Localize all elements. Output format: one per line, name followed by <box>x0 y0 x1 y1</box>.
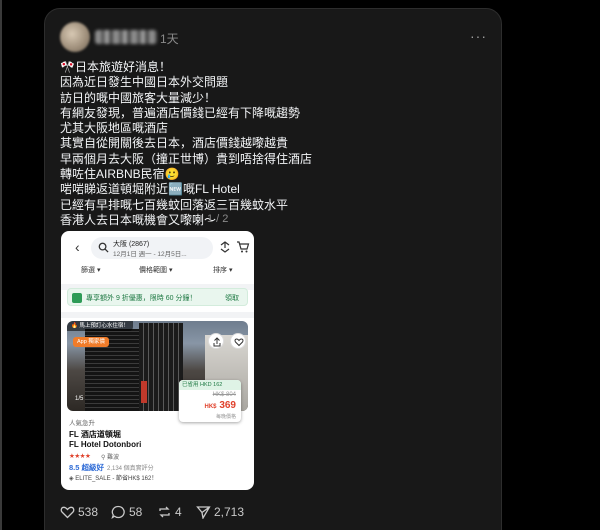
repost-icon <box>159 506 170 518</box>
photo-count: 1/5 <box>75 396 84 402</box>
map-swap-icon <box>220 241 230 253</box>
photo-tag: 🔥 馬上預訂心水住宿！ <box>67 321 133 331</box>
share-count: 2,713 <box>214 505 245 519</box>
search-field: 大阪 (2867) 12月1日 週一 - 12月5日... <box>91 237 213 259</box>
heart-icon <box>60 506 75 519</box>
star-rating: ★★★★ <box>69 453 91 460</box>
tag-icon: ◈ <box>69 476 74 482</box>
hotel-name-zh: FL 酒店道頓堀 <box>69 430 121 439</box>
cart-icon <box>237 241 250 253</box>
savings-tag: 已省用 HKD 162 <box>179 380 241 390</box>
hotel-district: ⚲ 難波 <box>101 452 119 461</box>
original-price: HK$ 804 <box>212 392 236 398</box>
like-count: 538 <box>78 505 99 519</box>
more-options-icon[interactable]: ··· <box>470 28 487 44</box>
post-line: 啱啱睇返道頓堀附近🆕嘅FL Hotel <box>60 182 240 197</box>
filter-label: 篩選 <box>81 267 95 274</box>
coupon-icon <box>72 293 82 303</box>
location-pin-icon: ⚲ <box>101 455 106 461</box>
post-line: 轉咗住AIRBNB民宿🥲 <box>60 167 180 182</box>
promo-banner: 專享額外 9 折優惠，限時 60 分鐘！ 領取 <box>67 288 248 306</box>
price-card: 已省用 HKD 162 HK$ 804 HK$ 369 每晚價格 <box>179 380 241 422</box>
coupon-line: ◈ ELITE_SALE - 節省HK$ 162！ <box>69 473 157 482</box>
comment-count: 58 <box>129 505 143 519</box>
post-line: 有網友發現，普遍酒店價錢已經有下降嘅趨勢 <box>60 105 301 120</box>
review-count: 2,134 個真實評分 <box>107 466 154 472</box>
window-edge <box>0 0 2 530</box>
district-label: 難波 <box>107 455 120 461</box>
search-bar: ‹ 大阪 (2867) 12月1日 週一 - 12月5日... <box>67 237 250 259</box>
share-icon <box>208 333 224 349</box>
promo-text: 專享額外 9 折優惠，限時 60 分鐘！ <box>86 295 197 302</box>
filter-option: 篩選 ▾ <box>81 267 101 274</box>
price-currency: HK$ <box>204 404 217 410</box>
comment-icon <box>111 505 125 519</box>
hotel-kicker: 人氣急升 <box>69 420 95 427</box>
price-amount: 369 <box>219 400 236 411</box>
post-line: 已經有早排嘅七百幾蚊回落返三百幾蚊水平 <box>60 197 289 212</box>
post-line: 訪日的嘅中國旅客大量減少！ <box>60 90 217 105</box>
price-note: 每晚價格 <box>215 414 236 420</box>
post-line: 🎌日本旅遊好消息！ <box>60 60 171 74</box>
post-body: 🎌日本旅遊好消息！ 因為近日發生中國日本外交問題 訪日的嘅中國旅客大量減少！ 有… <box>60 60 460 228</box>
post-line: 尤其大阪地區嘅酒店 <box>60 121 169 136</box>
coupon-text: ELITE_SALE - 節省HK$ 162！ <box>75 476 158 482</box>
send-icon <box>196 506 211 519</box>
post-timestamp: 1天 <box>160 32 179 46</box>
current-price: HK$ 369 <box>205 400 236 411</box>
search-dates: 12月1日 週一 - 12月5日... <box>113 251 187 258</box>
search-icon <box>98 242 109 253</box>
filter-option: 排序 ▾ <box>213 267 233 274</box>
building-sign <box>141 381 147 403</box>
post-line: 早兩個月去大阪（撞正世博）貴到唔捨得住酒店 <box>60 151 313 166</box>
hotel-name-en: FL Hotel Dotonbori <box>69 440 142 449</box>
review-score: 8.5 超級好 <box>69 463 105 472</box>
promo-claim: 領取 <box>225 295 239 302</box>
carousel-counter: 1 / 2 <box>207 213 229 225</box>
action-bar: 538 58 4 2,713 <box>60 504 320 520</box>
divider <box>61 312 254 318</box>
app-exclusive-badge: App 獨家價 <box>73 337 109 347</box>
avatar[interactable] <box>60 22 90 52</box>
username-blurred[interactable] <box>95 30 157 44</box>
filter-label: 排序 <box>213 267 227 274</box>
filter-label: 價格範圍 <box>139 267 167 274</box>
post-line: 因為近日發生中國日本外交問題 <box>60 75 229 90</box>
heart-icon <box>230 333 246 349</box>
back-arrow-icon: ‹ <box>75 239 80 255</box>
attached-screenshot[interactable]: ‹ 大阪 (2867) 12月1日 週一 - 12月5日... 篩選 ▾ 價格範… <box>61 231 254 490</box>
post-line: 香港人去日本嘅機會又嚟喇～ <box>60 212 217 227</box>
filter-bar: 篩選 ▾ 價格範圍 ▾ 排序 ▾ <box>61 265 254 279</box>
repost-count: 4 <box>175 505 182 519</box>
filter-option: 價格範圍 ▾ <box>139 267 173 274</box>
post-line: 其實自從開關後去日本，酒店價錢越嚟越貴 <box>60 136 289 151</box>
